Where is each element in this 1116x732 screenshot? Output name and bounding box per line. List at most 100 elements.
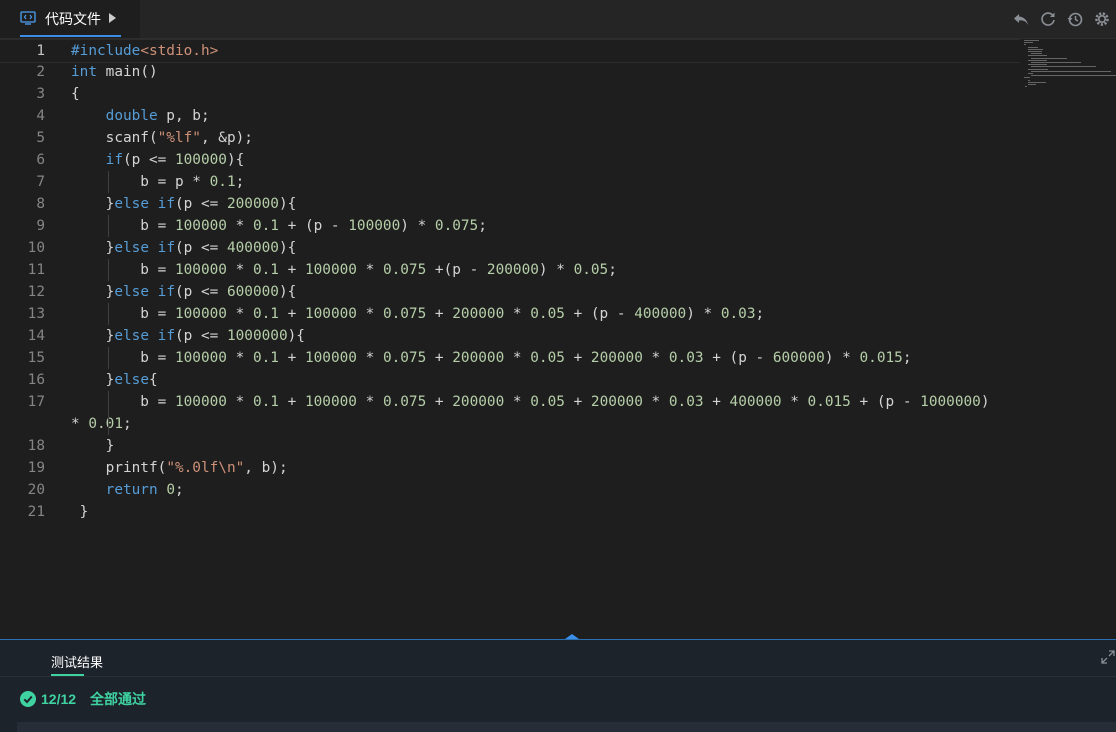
code-line[interactable]: 7 b = p * 0.1; [0, 171, 1020, 193]
code-token: * [356, 306, 383, 322]
minimap-line [1024, 77, 1031, 79]
code-token: #include [71, 43, 141, 59]
test-result-panel [0, 640, 1116, 732]
code-token: { [148, 372, 158, 388]
code-token: + (p - [703, 350, 773, 366]
code-token: ; [902, 350, 912, 366]
code-line[interactable]: 15 b = 100000 * 0.1 + 100000 * 0.075 + 2… [0, 347, 1020, 369]
line-number: 12 [27, 284, 45, 300]
code-token: 200000 [226, 196, 279, 212]
code-line[interactable]: 8 }else if(p <= 200000){ [0, 193, 1020, 215]
code-line[interactable]: 10 }else if(p <= 400000){ [0, 237, 1020, 259]
minimap[interactable] [1024, 40, 1116, 90]
code-text: return 0; [71, 479, 184, 501]
code-text: }else{ [71, 369, 158, 391]
code-token: double [105, 108, 158, 124]
code-token: + [564, 394, 591, 410]
code-token: * [226, 262, 253, 278]
code-token: ) [980, 394, 990, 410]
code-token: 200000 [590, 350, 643, 366]
code-line[interactable]: 4 double p, b; [0, 105, 1020, 127]
minimap-line [1027, 64, 1048, 66]
code-line[interactable]: 13 b = 100000 * 0.1 + 100000 * 0.075 + 2… [0, 303, 1020, 325]
minimap-line [1027, 79, 1030, 81]
code-token: 600000 [772, 350, 825, 366]
code-line[interactable]: 6 if(p <= 100000){ [0, 149, 1020, 171]
indent-guide [108, 391, 109, 435]
code-line[interactable]: 2 int main() [0, 61, 1020, 83]
tab-code-file[interactable]: 代码文件 [0, 0, 140, 38]
code-token: 200000 [486, 262, 539, 278]
code-line[interactable]: 18 } [0, 435, 1020, 457]
tab-test-results[interactable]: 测试结果 [51, 652, 103, 671]
code-token: 0.1 [252, 350, 279, 366]
code-token: * [226, 306, 253, 322]
code-token: * [504, 394, 531, 410]
minimap-line [1027, 48, 1043, 50]
line-number: 16 [27, 372, 45, 388]
code-line[interactable]: * 0.01; [0, 413, 1020, 435]
line-number: 6 [36, 152, 45, 168]
code-token: ; [755, 306, 765, 322]
code-token: 100000 [304, 350, 357, 366]
indent-guide [108, 171, 109, 193]
code-line[interactable]: 19 printf("%.0lf\n", b); [0, 457, 1020, 479]
restore-icon[interactable] [1065, 9, 1085, 29]
code-token: 200000 [590, 394, 643, 410]
code-token: ) * [686, 306, 721, 322]
code-token: 400000 [634, 306, 687, 322]
code-token: 0.05 [530, 394, 565, 410]
pass-count: 12/12 [41, 691, 77, 707]
code-editor[interactable]: 1 #include<stdio.h> 2 int main() 3{4 double … [0, 39, 1116, 639]
code-token: 200000 [452, 306, 505, 322]
code-token: ; [174, 482, 184, 498]
undo-icon[interactable] [1011, 9, 1031, 29]
code-token: 0.075 [382, 262, 427, 278]
code-token: + [564, 350, 591, 366]
code-text: printf("%.0lf\n", b); [71, 457, 288, 479]
code-token: ){ [226, 152, 245, 168]
settings-icon[interactable] [1092, 9, 1112, 29]
code-token: else [114, 240, 149, 256]
code-line[interactable]: 16 }else{ [0, 369, 1020, 391]
code-text: int main() [71, 61, 158, 83]
refresh-icon[interactable] [1038, 9, 1058, 29]
code-line[interactable]: 12 }else if(p <= 600000){ [0, 281, 1020, 303]
code-token: ){ [278, 240, 297, 256]
code-text: #include<stdio.h> [71, 40, 218, 62]
code-token: ; [608, 262, 617, 278]
code-token: b = [71, 306, 175, 322]
code-token: 100000 [174, 350, 227, 366]
code-token: 0.03 [720, 306, 756, 322]
code-line[interactable]: 3{ [0, 83, 1020, 105]
code-token: 0.075 [382, 306, 427, 322]
code-token: b = [71, 394, 175, 410]
code-line[interactable]: 9 b = 100000 * 0.1 + (p - 100000) * 0.07… [0, 215, 1020, 237]
run-arrow-icon[interactable] [109, 13, 116, 23]
code-line[interactable]: 17 b = 100000 * 0.1 + 100000 * 0.075 + 2… [0, 391, 1020, 413]
code-token: 100000 [348, 218, 401, 234]
expand-icon[interactable] [1101, 650, 1115, 664]
code-token: ){ [278, 284, 297, 300]
code-token: if [157, 328, 175, 344]
indent-guide [108, 303, 109, 325]
code-token: + [278, 262, 305, 278]
code-line[interactable]: 1 #include<stdio.h> [0, 39, 1020, 63]
code-token: main() [97, 64, 158, 80]
code-token: } [71, 240, 115, 256]
code-line[interactable]: 11 b = 100000 * 0.1 + 100000 * 0.075 +(p… [0, 259, 1020, 281]
code-token: "%.0lf\n" [166, 460, 245, 476]
code-line[interactable]: 20 return 0; [0, 479, 1020, 501]
code-line[interactable]: 5 scanf("%lf", &p); [0, 127, 1020, 149]
code-token: 0.075 [434, 218, 479, 234]
tab-active-indicator [20, 35, 121, 37]
check-circle-icon [20, 691, 36, 707]
code-token: + [426, 394, 453, 410]
code-token: 0.01 [88, 416, 123, 432]
code-token: + [426, 350, 453, 366]
code-line[interactable]: 21 } [0, 501, 1020, 523]
code-token: 100000 [174, 306, 227, 322]
code-line[interactable]: 14 }else if(p <= 1000000){ [0, 325, 1020, 347]
code-token: + [426, 306, 453, 322]
